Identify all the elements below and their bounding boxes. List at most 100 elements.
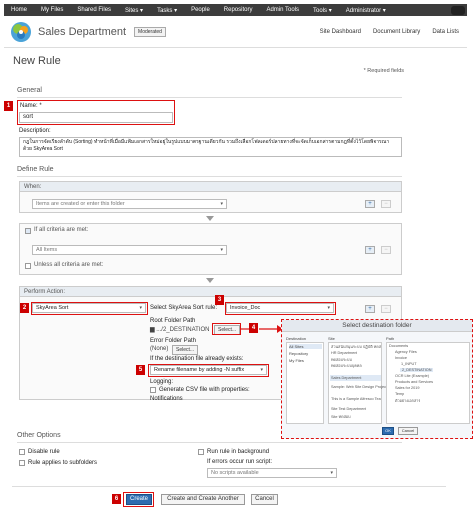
tree-node[interactable]: Products and Services: [395, 380, 433, 384]
error-folder-value: (None): [150, 346, 169, 352]
tree-node[interactable]: ตัวอย่างเอกสาร: [395, 398, 420, 404]
when-select[interactable]: Items are created or enter this folder ▾: [32, 199, 227, 209]
subfolders-label: Rule applies to subfolders: [28, 460, 98, 466]
unless-checkbox[interactable]: [25, 263, 31, 269]
unless-label: Unless all criteria are met:: [34, 262, 104, 268]
tree-node[interactable]: 1_INPUT: [401, 362, 417, 366]
dialog-ok-button[interactable]: OK: [382, 427, 394, 435]
when-label: When:: [20, 182, 401, 192]
data-lists-link[interactable]: Data Lists: [432, 29, 459, 35]
marker-2: 2: [20, 303, 29, 313]
nav-tasks[interactable]: Tasks ▾: [150, 7, 184, 14]
page-title: New Rule: [13, 55, 61, 67]
errors-script-select[interactable]: No scripts available ▾: [207, 468, 337, 478]
nav-sites[interactable]: Sites ▾: [118, 7, 150, 14]
if-all-checkbox[interactable]: [25, 228, 31, 234]
tree-node-selected[interactable]: 2_DESTINATION: [400, 368, 434, 372]
nav-repository[interactable]: Repository: [217, 7, 260, 13]
csv-label: Generate CSV file with properties:: [159, 387, 250, 393]
csv-checkbox[interactable]: [150, 387, 156, 393]
when-panel: When: Items are created or enter this fo…: [19, 181, 402, 213]
tree-node[interactable]: Temp: [395, 392, 404, 396]
if-all-label: If all criteria are met:: [34, 227, 89, 233]
destination-item[interactable]: Repository: [289, 351, 308, 356]
path-header: Path: [386, 336, 395, 341]
remove-criteria-button[interactable]: −: [381, 246, 391, 254]
destination-item[interactable]: My Files: [289, 358, 304, 363]
remove-action-button[interactable]: −: [381, 305, 391, 313]
site-item[interactable]: Site ทดสอบ: [331, 414, 351, 420]
site-visibility-badge: Moderated: [134, 26, 166, 37]
divider: [17, 97, 402, 98]
nav-my-files[interactable]: My Files: [34, 7, 70, 13]
site-header-col: Site: [328, 336, 335, 341]
site-item-description: This is a Sample Alfresco Team site.: [331, 397, 381, 401]
nav-home[interactable]: Home: [4, 7, 34, 13]
general-heading: General: [17, 87, 42, 94]
description-label: Description:: [19, 128, 51, 134]
site-title[interactable]: Sales Department: [38, 26, 126, 38]
chevron-down-icon: ▾: [220, 247, 223, 253]
add-action-button[interactable]: +: [365, 305, 375, 313]
divider: [17, 442, 402, 443]
marker-6: 6: [112, 494, 121, 504]
description-textarea[interactable]: กฎในการจัดเรียงลำดับ (Sorting) ทำหน้าที่…: [19, 137, 402, 157]
nav-admin-tools[interactable]: Admin Tools: [259, 7, 306, 13]
nav-user-menu[interactable]: Administrator ▾: [339, 7, 393, 14]
select-folder-dialog: Select destination folder Destination Si…: [281, 319, 473, 439]
create-another-button[interactable]: Create and Create Another: [161, 494, 245, 505]
disable-rule-checkbox[interactable]: [19, 449, 25, 455]
site-item[interactable]: Site Test Department: [331, 407, 366, 411]
destination-list: All Sites Repository My Files: [286, 342, 324, 424]
nav-shared-files[interactable]: Shared Files: [70, 7, 118, 13]
highlight-select: [212, 323, 241, 335]
site-logo-icon: [11, 21, 31, 42]
site-list: ส่วนสนับสนุนระบบ ปฏิบัติ ทดสอบระบบเครือข…: [328, 342, 387, 424]
site-item[interactable]: ทดสอบระบบบุคคล: [331, 363, 362, 369]
tree-node[interactable]: Sales for 2019: [395, 386, 420, 390]
run-background-checkbox[interactable]: [198, 449, 204, 455]
chevron-down-icon: ▾: [220, 201, 223, 207]
create-button[interactable]: Create: [126, 494, 152, 505]
logging-label: Logging:: [150, 379, 174, 385]
nav-people[interactable]: People: [184, 7, 217, 13]
dialog-title: Select destination folder: [282, 320, 472, 332]
remove-condition-button[interactable]: −: [381, 200, 391, 208]
search-box[interactable]: [451, 5, 465, 15]
subfolders-checkbox[interactable]: [19, 460, 25, 466]
if-all-select[interactable]: All Items ▾: [32, 245, 227, 255]
chevron-down-icon: ▾: [330, 470, 333, 476]
tree-node[interactable]: Invoice: [395, 356, 407, 360]
exists-label: If the destination file already exists:: [150, 356, 244, 362]
site-item[interactable]: ส่วนสนับสนุนระบบ ปฏิบัติ ทดสอบระบบเครือข…: [331, 344, 381, 350]
tree-node[interactable]: Documents: [389, 344, 408, 348]
site-item[interactable]: HR Department: [331, 351, 357, 355]
notifications-label: Notifications: [150, 396, 183, 402]
site-item-selected[interactable]: Sales Department: [330, 375, 381, 381]
destination-item[interactable]: All Sites: [289, 344, 322, 350]
arrow-to-popup-icon: [241, 325, 283, 333]
dialog-cancel-button[interactable]: Cancel: [398, 427, 418, 435]
tree-node[interactable]: OCR Lite (Example): [395, 374, 429, 378]
nav-tools[interactable]: Tools ▾: [306, 7, 339, 14]
document-library-link[interactable]: Document Library: [373, 29, 420, 35]
site-item[interactable]: Sample: Web Site Design Project: [331, 385, 387, 389]
highlight-action: [31, 302, 148, 315]
add-criteria-button[interactable]: +: [365, 246, 375, 254]
when-select-value: Items are created or enter this folder: [36, 201, 125, 207]
error-folder-select-button[interactable]: Select...: [172, 345, 199, 355]
flow-arrow-icon: [206, 216, 214, 221]
perform-action-label: Perform Action:: [20, 287, 401, 297]
top-navigation: Home My Files Shared Files Sites ▾ Tasks…: [4, 4, 467, 16]
name-input[interactable]: sort: [19, 112, 173, 123]
root-folder-value: ▆ .../2_DESTINATION: [150, 327, 210, 333]
marker-1: 1: [4, 101, 13, 111]
flow-arrow-icon: [206, 278, 214, 283]
highlight-exists: [148, 364, 269, 377]
add-condition-button[interactable]: +: [365, 200, 375, 208]
errors-script-value: No scripts available: [211, 470, 259, 476]
tree-node[interactable]: Agency Files: [395, 350, 417, 354]
highlight-sort-rule: [225, 302, 336, 315]
site-dashboard-link[interactable]: Site Dashboard: [320, 29, 361, 35]
cancel-button[interactable]: Cancel: [251, 494, 278, 505]
